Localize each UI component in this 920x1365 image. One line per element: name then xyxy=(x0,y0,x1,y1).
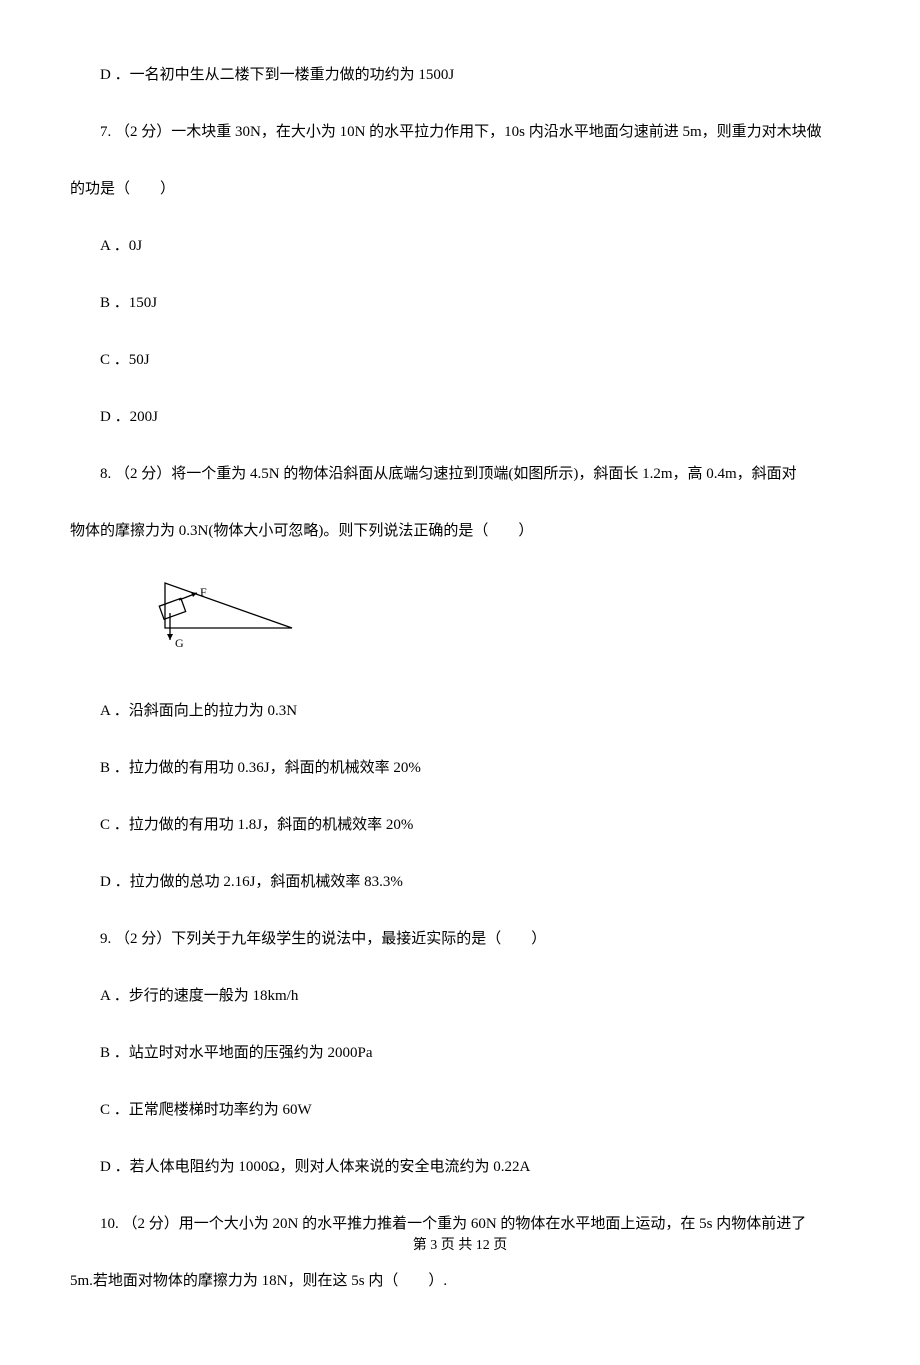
page-content: D ．一名初中生从二楼下到一楼重力做的功约为 1500J 7. （2 分）一木块… xyxy=(0,0,920,1365)
q10-stem-line2: 5m.若地面对物体的摩擦力为 18N，则在这 5s 内（ ）. xyxy=(70,1268,850,1295)
q7-stem-line2: 的功是（ ） xyxy=(70,176,850,203)
q6-option-d: D ．一名初中生从二楼下到一楼重力做的功约为 1500J xyxy=(100,62,850,89)
q7-option-c: C ．50J xyxy=(100,347,850,374)
q8-option-a: A ．沿斜面向上的拉力为 0.3N xyxy=(100,698,850,725)
q9-option-b: B ．站立时对水平地面的压强约为 2000Pa xyxy=(100,1040,850,1067)
force-g-label: G xyxy=(175,636,184,650)
q7-option-b: B ．150J xyxy=(100,290,850,317)
q8-option-d: D ．拉力做的总功 2.16J，斜面机械效率 83.3% xyxy=(100,869,850,896)
q8-stem-line1: 8. （2 分）将一个重为 4.5N 的物体沿斜面从底端匀速拉到顶端(如图所示)… xyxy=(100,461,850,488)
force-f-label: F xyxy=(200,585,207,599)
incline-svg-icon: F G xyxy=(155,575,300,650)
q7-option-a: A ．0J xyxy=(100,233,850,260)
q9-option-a: A ．步行的速度一般为 18km/h xyxy=(100,983,850,1010)
incline-diagram: F G xyxy=(155,575,850,660)
q9-option-c: C ．正常爬楼梯时功率约为 60W xyxy=(100,1097,850,1124)
q9-stem: 9. （2 分）下列关于九年级学生的说法中，最接近实际的是（ ） xyxy=(100,926,850,953)
q8-stem-line2: 物体的摩擦力为 0.3N(物体大小可忽略)。则下列说法正确的是（ ） xyxy=(70,518,850,545)
q7-stem-line1: 7. （2 分）一木块重 30N，在大小为 10N 的水平拉力作用下，10s 内… xyxy=(100,119,850,146)
q8-option-b: B ．拉力做的有用功 0.36J，斜面的机械效率 20% xyxy=(100,755,850,782)
q8-option-c: C ．拉力做的有用功 1.8J，斜面的机械效率 20% xyxy=(100,812,850,839)
q9-option-d: D ．若人体电阻约为 1000Ω，则对人体来说的安全电流约为 0.22A xyxy=(100,1154,850,1181)
page-footer: 第 3 页 共 12 页 xyxy=(0,1233,920,1258)
q7-option-d: D ．200J xyxy=(100,404,850,431)
